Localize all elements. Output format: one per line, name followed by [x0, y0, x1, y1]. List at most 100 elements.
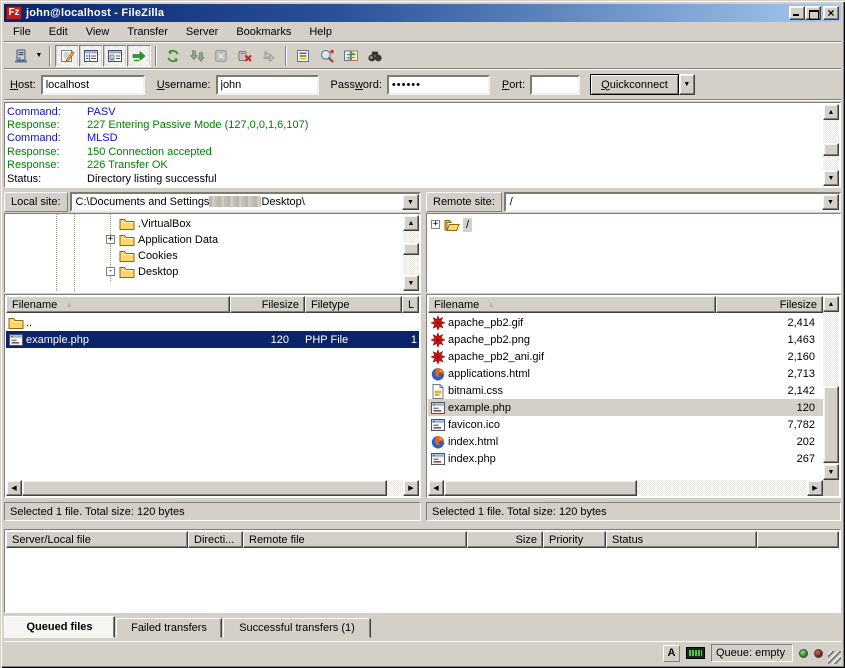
separator [4, 99, 841, 101]
scroll-right-button[interactable]: ▶ [807, 480, 823, 496]
scrollbar-thumb[interactable] [823, 143, 839, 156]
column-header-filename[interactable]: Filename▲ [428, 296, 716, 313]
folder-icon [8, 315, 24, 331]
menu-bookmarks[interactable]: Bookmarks [227, 24, 300, 40]
toggle-local-tree-button[interactable] [79, 45, 103, 67]
column-header-size[interactable]: Size [467, 531, 543, 548]
combo-dropdown-icon[interactable]: ▼ [822, 194, 839, 210]
scrollbar-thumb[interactable] [22, 480, 387, 496]
menu-view[interactable]: View [77, 24, 119, 40]
menu-file[interactable]: File [4, 24, 40, 40]
local-file-list: Filename▲ Filesize Filetype L .. example… [4, 294, 421, 498]
close-button[interactable] [823, 6, 839, 20]
column-header-filesize[interactable]: Filesize [230, 296, 305, 313]
remote-site-combobox[interactable]: / ▼ [504, 192, 841, 212]
scroll-up-button[interactable]: ▲ [823, 296, 839, 312]
expand-icon[interactable]: + [106, 235, 115, 244]
find-files-button[interactable] [363, 45, 387, 67]
file-row[interactable]: favicon.ico 7,782 [428, 416, 823, 433]
file-row[interactable]: apache_pb2_ani.gif 2,160 [428, 348, 823, 365]
local-list-hscrollbar[interactable]: ◀ ▶ [6, 480, 419, 496]
tree-item-root[interactable]: / [444, 217, 472, 233]
filter-button[interactable] [291, 45, 315, 67]
column-header-last-modified[interactable]: L [402, 296, 419, 313]
file-row-example-php[interactable]: example.php 120 PHP File 1 [6, 331, 419, 348]
column-header-status[interactable]: Status [606, 531, 757, 548]
tree-item-desktop[interactable]: Desktop [119, 264, 178, 280]
column-header-filename[interactable]: Filename▲ [6, 296, 230, 313]
host-input[interactable] [41, 75, 145, 95]
username-input[interactable] [216, 75, 319, 95]
tree-guide [74, 214, 75, 292]
local-tree-scrollbar[interactable]: ▲ ▼ [403, 215, 419, 291]
menu-help[interactable]: Help [300, 24, 341, 40]
combo-dropdown-icon[interactable]: ▼ [402, 194, 419, 210]
local-site-combobox[interactable]: C:\Documents and SettingsDesktop\ ▼ [70, 192, 421, 212]
quickconnect-dropdown[interactable]: ▼ [679, 74, 695, 95]
tree-item-cookies[interactable]: Cookies [119, 248, 178, 264]
directory-comparison-button[interactable] [315, 45, 339, 67]
log-line: Command:MLSD [7, 132, 820, 145]
column-header-server-local-file[interactable]: Server/Local file [6, 531, 188, 548]
synchronized-browsing-button[interactable] [339, 45, 363, 67]
scrollbar-thumb[interactable] [444, 480, 637, 496]
file-row[interactable]: apache_pb2.png 1,463 [428, 331, 823, 348]
speed-limits-icon[interactable] [686, 647, 705, 659]
scroll-down-button[interactable]: ▼ [823, 464, 839, 480]
scroll-down-button[interactable]: ▼ [403, 275, 419, 291]
scroll-left-button[interactable]: ◀ [6, 480, 22, 496]
remote-list-vscrollbar[interactable]: ▲ ▼ [823, 296, 839, 480]
scroll-left-button[interactable]: ◀ [428, 480, 444, 496]
file-row[interactable]: applications.html 2,713 [428, 365, 823, 382]
remote-list-hscrollbar[interactable]: ◀ ▶ [428, 480, 823, 496]
log-line: Response:227 Entering Passive Mode (127,… [7, 118, 820, 131]
column-header-priority[interactable]: Priority [543, 531, 606, 548]
tab-failed-transfers[interactable]: Failed transfers [116, 618, 222, 638]
site-manager-button[interactable] [9, 45, 33, 67]
menu-edit[interactable]: Edit [40, 24, 77, 40]
expand-icon[interactable]: + [431, 220, 440, 229]
process-queue-button[interactable] [185, 45, 209, 67]
file-row[interactable]: apache_pb2.gif 2,414 [428, 314, 823, 331]
html-file-icon [430, 434, 446, 450]
resize-grip[interactable] [828, 651, 841, 664]
data-type-indicator-icon[interactable]: A [663, 645, 680, 662]
toggle-message-log-button[interactable] [55, 45, 79, 67]
scroll-right-button[interactable]: ▶ [403, 480, 419, 496]
log-scrollbar[interactable]: ▲ ▼ [823, 104, 839, 186]
column-header-filesize[interactable]: Filesize [716, 296, 823, 313]
tree-item-virtualbox[interactable]: .VirtualBox [119, 216, 191, 232]
scroll-up-button[interactable]: ▲ [823, 104, 839, 120]
tree-item-application-data[interactable]: Application Data [119, 232, 218, 248]
menu-transfer[interactable]: Transfer [118, 24, 177, 40]
file-row-parent-dir[interactable]: .. [6, 314, 419, 331]
collapse-icon[interactable]: - [106, 267, 115, 276]
password-input[interactable] [387, 75, 490, 95]
minimize-button[interactable] [789, 6, 805, 20]
column-header-direction[interactable]: Directi... [188, 531, 243, 548]
log-line: Status:Directory listing successful [7, 172, 820, 185]
tab-queued-files[interactable]: Queued files [4, 616, 115, 638]
tab-successful-transfers[interactable]: Successful transfers (1) [223, 618, 371, 638]
scrollbar-thumb[interactable] [403, 243, 419, 255]
scrollbar-thumb[interactable] [823, 386, 839, 463]
file-row[interactable]: index.html 202 [428, 433, 823, 450]
column-header-remote-file[interactable]: Remote file [243, 531, 467, 548]
scroll-down-button[interactable]: ▼ [823, 170, 839, 186]
file-row-selected[interactable]: example.php 120 [428, 399, 823, 416]
toggle-remote-tree-button[interactable] [103, 45, 127, 67]
file-row[interactable]: bitnami.css 2,142 [428, 382, 823, 399]
toggle-transfer-queue-button[interactable] [127, 45, 151, 67]
maximize-button[interactable] [805, 6, 821, 20]
quickconnect-button[interactable]: Quickconnect [590, 74, 679, 95]
menu-server[interactable]: Server [177, 24, 227, 40]
refresh-button[interactable] [161, 45, 185, 67]
column-header-filetype[interactable]: Filetype [305, 296, 402, 313]
port-input[interactable] [530, 75, 580, 95]
message-log: Command:PASV Response:227 Entering Passi… [4, 102, 841, 188]
scroll-up-button[interactable]: ▲ [403, 215, 419, 231]
title-bar[interactable]: Fz john@localhost - FileZilla [4, 4, 841, 22]
disconnect-button[interactable] [233, 45, 257, 67]
site-manager-dropdown[interactable]: ▼ [33, 45, 45, 67]
file-row[interactable]: index.php 267 [428, 450, 823, 467]
